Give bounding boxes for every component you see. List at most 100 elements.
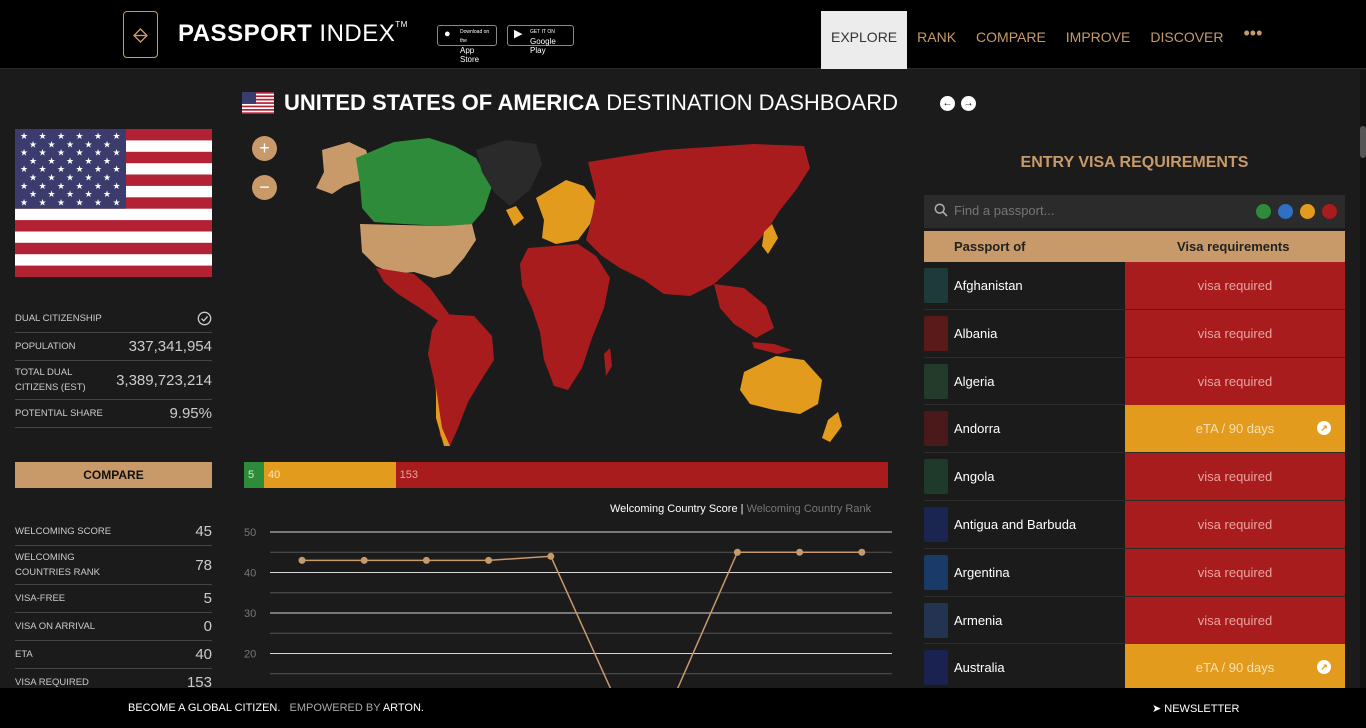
page-scrollbar[interactable] bbox=[1360, 70, 1366, 688]
more-menu-icon[interactable]: ••• bbox=[1234, 11, 1273, 69]
passport-table: Afghanistan visa required Albania visa requ… bbox=[924, 262, 1345, 693]
external-link-icon[interactable]: ↗ bbox=[1317, 660, 1331, 675]
chart-legend: Welcoming Country Score | Welcoming Coun… bbox=[610, 503, 872, 515]
data-point[interactable] bbox=[422, 556, 430, 564]
passport-search-bar bbox=[924, 195, 1345, 228]
visa-requirement-text: visa required bbox=[1197, 564, 1273, 580]
svg-text:★: ★ bbox=[94, 148, 102, 158]
svg-text:★: ★ bbox=[94, 197, 102, 207]
svg-text:★: ★ bbox=[47, 156, 55, 166]
passport-logo-icon[interactable] bbox=[123, 11, 158, 58]
svg-text:★: ★ bbox=[66, 173, 74, 183]
table-row[interactable]: Albania visa required bbox=[924, 309, 1345, 358]
footer: BECOME A GLOBAL CITIZEN. EMPOWERED BY AR… bbox=[0, 688, 1366, 728]
nav-compare[interactable]: COMPARE bbox=[966, 11, 1056, 69]
passport-search-input[interactable] bbox=[954, 203, 1154, 218]
table-row[interactable]: Algeria visa required bbox=[924, 357, 1345, 406]
visa-required-segment[interactable]: 153 bbox=[395, 462, 888, 488]
table-row[interactable]: Australia eTA / 90 days ↗ bbox=[924, 644, 1345, 693]
svg-text:★: ★ bbox=[103, 156, 111, 166]
external-link-icon[interactable]: ↗ bbox=[1317, 421, 1331, 436]
country-name[interactable]: Argentina bbox=[954, 565, 1010, 580]
country-name[interactable]: Antigua and Barbuda bbox=[954, 517, 1076, 532]
country-flag: ★ ★ ★ ★ ★ ★★ ★ ★ ★ ★★ ★ ★ ★ ★ ★★ ★ ★ ★ ★★ ★ ★ ★ ★ ★★ ★ ★ ★ ★★ ★ ★ ★ ★ ★★… bbox=[15, 129, 212, 277]
nav-improve[interactable]: IMPROVE bbox=[1056, 11, 1141, 69]
svg-text:★: ★ bbox=[47, 189, 55, 199]
newsletter-link[interactable]: ➤ NEWSLETTER bbox=[1152, 702, 1239, 715]
score-toggle[interactable]: Welcoming Country Score bbox=[610, 503, 738, 515]
svg-text:★: ★ bbox=[112, 148, 120, 158]
visa-requirement-text: visa required bbox=[1197, 278, 1273, 293]
passport-cover-icon bbox=[924, 363, 948, 399]
visa-requirement: visa required bbox=[1125, 309, 1345, 357]
svg-text:★: ★ bbox=[20, 197, 28, 207]
data-point[interactable] bbox=[858, 548, 866, 556]
nav-discover[interactable]: DISCOVER bbox=[1140, 11, 1233, 69]
eta-segment[interactable]: 40 bbox=[263, 462, 396, 488]
welcoming-score-row: WELCOMING SCORE 45 bbox=[15, 518, 212, 546]
zoom-out-button[interactable]: − bbox=[252, 175, 277, 200]
data-point[interactable] bbox=[547, 552, 555, 560]
welcoming-rank-row: WELCOMING COUNTRIES RANK 78 bbox=[15, 546, 212, 585]
svg-text:★: ★ bbox=[66, 139, 74, 149]
rank-toggle[interactable]: Welcoming Country Rank bbox=[747, 503, 872, 515]
visa-summary-bar: 5 40 153 bbox=[244, 462, 888, 488]
visa-free-segment[interactable]: 5 bbox=[244, 462, 264, 488]
svg-text:★: ★ bbox=[57, 131, 65, 141]
country-name[interactable]: Armenia bbox=[954, 613, 1002, 628]
arton-link[interactable]: ARTON. bbox=[383, 702, 424, 714]
country-name[interactable]: Algeria bbox=[954, 374, 994, 389]
visa-requirement-text: visa required bbox=[1197, 612, 1273, 628]
data-point[interactable] bbox=[796, 548, 804, 556]
svg-text:★: ★ bbox=[94, 181, 102, 191]
brand-name[interactable]: PASSPORT INDEXTM bbox=[178, 20, 408, 48]
app-store-badge[interactable]: ● Download on the App Store bbox=[437, 25, 497, 64]
data-point[interactable] bbox=[485, 556, 493, 564]
world-map[interactable] bbox=[244, 128, 889, 450]
country-name[interactable]: Andorra bbox=[954, 421, 1000, 436]
col-passport[interactable]: Passport of bbox=[954, 239, 1026, 254]
table-row[interactable]: Angola visa required bbox=[924, 453, 1345, 501]
country-name[interactable]: Australia bbox=[954, 660, 1005, 675]
svg-text:★: ★ bbox=[38, 181, 46, 191]
svg-text:★: ★ bbox=[20, 131, 28, 141]
nav-rank[interactable]: RANK bbox=[907, 11, 966, 69]
svg-text:★: ★ bbox=[57, 164, 65, 174]
svg-text:★: ★ bbox=[75, 148, 83, 158]
country-name[interactable]: Afghanistan bbox=[954, 278, 1023, 293]
visa-requirement: eTA / 90 days ↗ bbox=[1125, 405, 1345, 453]
dual-citizenship-row: DUAL CITIZENSHIP bbox=[15, 305, 212, 333]
compare-button[interactable]: COMPARE bbox=[15, 462, 212, 488]
data-point[interactable] bbox=[733, 548, 741, 556]
google-play-badge[interactable]: ▶ GET IT ON Google Play bbox=[507, 25, 574, 55]
welcoming-stats: WELCOMING SCORE 45 WELCOMING COUNTRIES R… bbox=[15, 518, 212, 697]
nav-explore[interactable]: EXPLORE bbox=[821, 11, 908, 69]
passport-cover-icon bbox=[924, 554, 948, 590]
filter-visa-on-arrival[interactable] bbox=[1278, 204, 1293, 219]
table-row[interactable]: Antigua and Barbuda visa required bbox=[924, 500, 1345, 549]
next-country-button[interactable]: → bbox=[961, 96, 976, 111]
table-row[interactable]: Afghanistan visa required bbox=[924, 262, 1345, 310]
visa-requirement-text: visa required bbox=[1197, 469, 1273, 485]
data-point[interactable] bbox=[298, 556, 306, 564]
svg-text:★: ★ bbox=[84, 156, 92, 166]
svg-text:★: ★ bbox=[29, 173, 37, 183]
svg-text:★: ★ bbox=[94, 131, 102, 141]
filter-visa-required[interactable] bbox=[1322, 204, 1337, 219]
table-row[interactable]: Armenia visa required bbox=[924, 596, 1345, 645]
y-tick-label: 30 bbox=[244, 608, 256, 620]
filter-eta[interactable] bbox=[1300, 204, 1315, 219]
visa-requirement: visa required bbox=[1125, 596, 1345, 644]
data-point[interactable] bbox=[360, 556, 368, 564]
filter-visa-free[interactable] bbox=[1256, 204, 1271, 219]
table-row[interactable]: Argentina visa required bbox=[924, 548, 1345, 597]
col-visa[interactable]: Visa requirements bbox=[1177, 239, 1289, 254]
table-row[interactable]: Andorra eTA / 90 days ↗ bbox=[924, 405, 1345, 454]
zoom-in-button[interactable]: + bbox=[252, 136, 277, 161]
svg-text:★: ★ bbox=[75, 197, 83, 207]
country-name[interactable]: Albania bbox=[954, 326, 997, 341]
previous-country-button[interactable]: ← bbox=[940, 96, 955, 111]
country-name[interactable]: Angola bbox=[954, 469, 994, 484]
passport-cover-icon bbox=[924, 459, 948, 495]
svg-text:★: ★ bbox=[66, 189, 74, 199]
